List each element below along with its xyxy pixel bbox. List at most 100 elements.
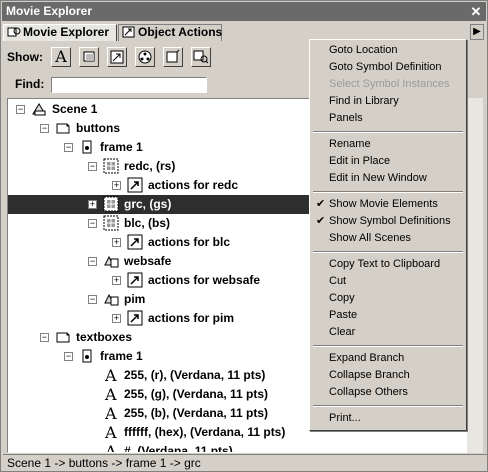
tree-node-label: 255, (r), (Verdana, 11 pts) [124, 368, 266, 382]
tree-node-label: blc, (bs) [124, 216, 171, 230]
expand-icon[interactable]: + [112, 276, 121, 285]
collapse-icon[interactable]: − [40, 333, 49, 342]
show-text-button[interactable]: A [51, 47, 71, 67]
text-icon: A [103, 442, 119, 453]
collapse-icon[interactable]: − [64, 352, 73, 361]
show-frames-layers-button[interactable] [163, 47, 183, 67]
menu-item-label: Goto Symbol Definition [329, 61, 442, 73]
menu-item-label: Find in Library [329, 95, 399, 107]
tab-movie-explorer[interactable]: Movie Explorer [3, 24, 117, 41]
show-video-sound-button[interactable] [135, 47, 155, 67]
graphic-symbol-icon [103, 291, 119, 307]
action-icon [127, 272, 143, 288]
tree-node[interactable] [8, 442, 466, 452]
frames-layers-icon [166, 49, 180, 63]
collapse-icon[interactable]: − [88, 295, 97, 304]
object-actions-icon [122, 26, 136, 38]
svg-text:A: A [104, 443, 117, 453]
menu-item-panels[interactable]: Panels [310, 110, 466, 127]
expand-icon[interactable]: + [112, 314, 121, 323]
action-icon [127, 310, 143, 326]
collapse-icon[interactable]: − [16, 105, 25, 114]
menu-item-collapse-branch[interactable]: Collapse Branch [310, 367, 466, 384]
find-input[interactable] [51, 77, 207, 93]
title-bar: Movie Explorer ✕ [2, 2, 486, 21]
menu-item-clear[interactable]: Clear [310, 324, 466, 341]
menu-separator [313, 405, 463, 407]
menu-separator [313, 345, 463, 347]
button-symbol-icon [103, 215, 119, 231]
menu-item-label: Copy Text to Clipboard [329, 258, 441, 270]
menu-item-rename[interactable]: Rename [310, 136, 466, 153]
layer-icon [55, 329, 71, 345]
menu-item-label: Copy [329, 292, 355, 304]
action-icon [127, 234, 143, 250]
menu-item-goto-symbol-definition[interactable]: Goto Symbol Definition [310, 59, 466, 76]
tree-scrollbar[interactable] [467, 98, 483, 453]
collapse-icon[interactable]: − [88, 162, 97, 171]
collapse-icon[interactable]: − [40, 124, 49, 133]
checkmark-icon: ✔ [316, 198, 326, 210]
checkmark-icon: ✔ [316, 215, 326, 227]
collapse-icon[interactable]: − [88, 257, 97, 266]
menu-item-label: Collapse Others [329, 386, 408, 398]
menu-item-show-all-scenes[interactable]: Show All Scenes [310, 230, 466, 247]
button-icon [83, 51, 95, 62]
status-path: Scene 1 -> buttons -> frame 1 -> grc [7, 456, 201, 470]
menu-item-paste[interactable]: Paste [310, 307, 466, 324]
menu-item-show-symbol-definitions[interactable]: ✔ Show Symbol Definitions [310, 213, 466, 230]
collapse-icon[interactable]: − [64, 143, 73, 152]
tree-node-label: #, (Verdana, 11 pts) [124, 444, 233, 453]
expand-icon[interactable]: + [88, 200, 97, 209]
layer-icon [55, 120, 71, 136]
tree-node-label: 255, (b), (Verdana, 11 pts) [124, 406, 269, 420]
tree-node-label: redc, (rs) [124, 159, 176, 173]
menu-item-collapse-others[interactable]: Collapse Others [310, 384, 466, 401]
tab-label: Movie Explorer [23, 25, 110, 39]
menu-item-label: Cut [329, 275, 347, 287]
menu-item-edit-in-new-window[interactable]: Edit in New Window [310, 170, 466, 187]
svg-text:A: A [104, 405, 117, 421]
menu-item-label: Paste [329, 309, 358, 321]
scene-icon [31, 101, 47, 117]
panel-menu-button[interactable]: ▶ [470, 24, 484, 40]
text-icon: A [103, 385, 119, 404]
menu-item-label: Clear [329, 326, 356, 338]
tree-node-label: grc, (gs) [124, 197, 172, 211]
menu-item-copy[interactable]: Copy [310, 290, 466, 307]
find-label: Find: [15, 77, 45, 91]
tab-object-actions[interactable]: Object Actions [118, 24, 222, 41]
film-reel-icon [138, 50, 152, 64]
menu-item-show-movie-elements[interactable]: ✔ Show Movie Elements [310, 196, 466, 213]
show-actions-button[interactable] [107, 47, 127, 67]
menu-item-copy-text-to-clipboard[interactable]: Copy Text to Clipboard [310, 256, 466, 273]
tree-node-label: textboxes [76, 330, 133, 344]
menu-item-label: Goto Location [329, 44, 398, 56]
text-icon: A [103, 366, 119, 385]
menu-item-edit-in-place[interactable]: Edit in Place [310, 153, 466, 170]
menu-item-cut[interactable]: Cut [310, 273, 466, 290]
context-menu: Goto Location Goto Symbol Definition Selec… [309, 39, 467, 431]
menu-item-expand-branch[interactable]: Expand Branch [310, 350, 466, 367]
menu-item-label: Show All Scenes [329, 232, 411, 244]
collapse-icon[interactable]: − [88, 219, 97, 228]
action-icon [127, 177, 143, 193]
svg-text:A: A [104, 386, 117, 402]
menu-item-goto-location[interactable]: Goto Location [310, 42, 466, 59]
menu-item-find-in-library[interactable]: Find in Library [310, 93, 466, 110]
tree-node-label: 255, (g), (Verdana, 11 pts) [124, 387, 269, 401]
customize-show-button[interactable] [191, 47, 211, 67]
close-icon[interactable]: ✕ [470, 2, 482, 21]
expand-icon[interactable]: + [112, 181, 121, 190]
menu-item-print[interactable]: Print... [310, 410, 466, 427]
tree-node-label: actions for pim [148, 311, 235, 325]
svg-text:A: A [104, 367, 117, 383]
text-icon: A [103, 404, 119, 423]
menu-item-label: Select Symbol Instances [329, 78, 450, 90]
text-icon: A [103, 423, 119, 442]
menu-item-label: Collapse Branch [329, 369, 410, 381]
tree-node-label: frame 1 [100, 140, 143, 154]
expand-icon[interactable]: + [112, 238, 121, 247]
show-buttons-button[interactable] [79, 47, 99, 67]
action-arrow-icon [110, 50, 124, 64]
